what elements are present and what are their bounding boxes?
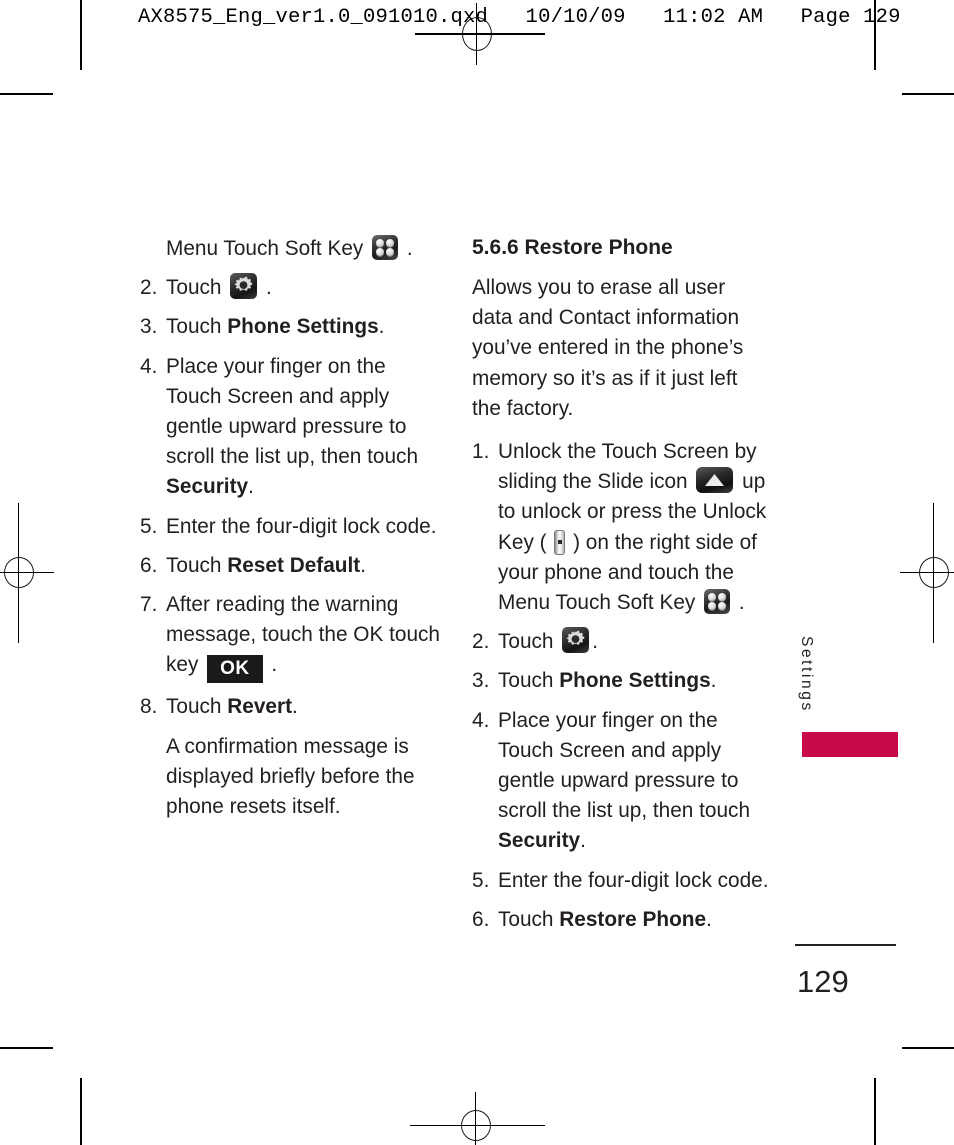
step-text: Place your finger on the Touch Screen an…: [166, 352, 440, 503]
step-text-before: Touch: [498, 669, 560, 693]
step-text-before: Touch: [166, 695, 228, 719]
step-item: 3. Touch Phone Settings.: [140, 312, 440, 342]
step-text-after: .: [248, 475, 254, 499]
menu-label-phone-settings: Phone Settings: [227, 315, 379, 339]
step-text: Touch Reset Default.: [166, 551, 440, 581]
crop-mark-top-left-horizontal: [0, 93, 53, 95]
step-item: 4. Place your finger on the Touch Screen…: [472, 706, 770, 857]
left-text-column: Menu Touch Soft Key . 2. Touch . 3. Touc…: [140, 234, 440, 831]
step-text-before: Touch: [498, 630, 560, 654]
unlock-side-key-icon: [554, 529, 566, 555]
step-number: 6.: [140, 553, 158, 577]
crop-mark-top-right-horizontal: [902, 93, 954, 95]
step-number: 4.: [140, 354, 158, 378]
crop-mark-top-left-vertical: [80, 0, 82, 70]
folio-rule: [795, 944, 896, 946]
step-number: 8.: [140, 695, 158, 719]
menu-label-restore-phone: Restore Phone: [559, 907, 707, 931]
step-number: 3.: [472, 669, 490, 693]
manual-page: AX8575_Eng_ver1.0_091010.qxd 10/10/09 11…: [0, 0, 954, 1145]
step-text-before: Touch: [498, 907, 560, 931]
registration-mark-bottom-center: [410, 1072, 545, 1145]
step-text-before: Place your finger on the Touch Screen an…: [498, 708, 751, 823]
page-number: 129: [797, 964, 849, 999]
paragraph-note: A confirmation message is displayed brie…: [166, 734, 415, 819]
step-text-before: Touch: [166, 553, 228, 577]
step-number: 4.: [472, 708, 490, 732]
step-text-after: .: [260, 276, 272, 300]
step-item: 5. Enter the four-digit lock code.: [140, 512, 440, 542]
step-text: Place your finger on the Touch Screen an…: [498, 706, 770, 857]
step-text-after: .: [592, 630, 599, 654]
imposition-slug-text: AX8575_Eng_ver1.0_091010.qxd 10/10/09 11…: [138, 6, 901, 29]
step-text: Touch .: [498, 627, 770, 657]
gear-settings-icon: [562, 627, 590, 654]
step-number: 7.: [140, 593, 158, 617]
step-text: After reading the warning message, touch…: [166, 590, 440, 684]
step-text-segment: .: [733, 591, 745, 615]
continuation-text-before: Menu Touch Soft Key: [166, 237, 370, 260]
section-intro-paragraph: Allows you to erase all user data and Co…: [472, 276, 744, 420]
menu-label-revert: Revert: [227, 695, 293, 719]
step-number: 6.: [472, 907, 490, 931]
gear-settings-icon: [230, 273, 258, 300]
step-item: 3. Touch Phone Settings.: [472, 666, 770, 696]
step-item: 2. Touch .: [140, 273, 440, 303]
step-text-after: .: [706, 907, 712, 931]
step-text: Enter the four-digit lock code.: [498, 868, 769, 892]
step-text: Touch Restore Phone.: [498, 905, 770, 935]
step-number: 5.: [140, 514, 158, 538]
crop-mark-bottom-left-horizontal: [0, 1047, 53, 1049]
menu-label-reset-default: Reset Default: [227, 553, 361, 577]
ok-touch-key-badge: OK: [207, 655, 263, 684]
step-text-before: Touch: [166, 315, 228, 339]
right-text-column: 5.6.6 Restore Phone Allows you to erase …: [472, 234, 770, 944]
step-number: 2.: [472, 630, 490, 654]
crop-mark-bottom-right-vertical: [874, 1078, 876, 1145]
step-item: 1. Unlock the Touch Screen by sliding th…: [472, 437, 770, 618]
slug-underline: [415, 33, 545, 35]
step-number: 1.: [472, 440, 490, 464]
section-heading: 5.6.6 Restore Phone: [472, 236, 673, 259]
step-text-before: Place your finger on the Touch Screen an…: [166, 354, 419, 469]
step-text-after: .: [265, 653, 278, 677]
menu-label-phone-settings: Phone Settings: [559, 669, 711, 693]
step-text-after: .: [580, 829, 586, 853]
step-text: Enter the four-digit lock code.: [166, 514, 437, 538]
step-text: Touch Phone Settings.: [166, 312, 440, 342]
step-text-after: .: [378, 315, 385, 339]
step-text-after: .: [710, 669, 717, 693]
step-text-after: .: [360, 553, 366, 577]
step-item: 7. After reading the warning message, to…: [140, 590, 440, 684]
step-text: Touch Phone Settings.: [498, 666, 770, 696]
menu-soft-key-icon: [372, 235, 399, 260]
continuation-text-after: .: [401, 237, 413, 260]
step-item: 8. Touch Revert.: [140, 692, 440, 722]
step-text-before: Touch: [166, 276, 228, 300]
step-number: 2.: [140, 276, 158, 300]
step-text: Touch Revert.: [166, 692, 440, 722]
step-item: 6. Touch Reset Default.: [140, 551, 440, 581]
paragraph-continuation: Menu Touch Soft Key .: [140, 234, 440, 264]
chapter-tab-color-block: [802, 732, 898, 757]
step-text: Unlock the Touch Screen by sliding the S…: [498, 437, 770, 618]
step-text: Touch .: [166, 273, 440, 303]
menu-soft-key-icon: [704, 589, 731, 615]
step-number: 5.: [472, 868, 490, 892]
step-item: 4. Place your finger on the Touch Screen…: [140, 352, 440, 503]
step-item: 5. Enter the four-digit lock code.: [472, 866, 770, 896]
menu-label-security: Security: [498, 829, 581, 853]
menu-label-security: Security: [166, 475, 249, 499]
chapter-tab-label: Settings: [798, 636, 815, 713]
slide-up-icon: [696, 467, 734, 494]
crop-mark-bottom-left-vertical: [80, 1078, 82, 1145]
registration-mark-right: [900, 503, 954, 643]
step-number: 3.: [140, 315, 158, 339]
step-text-after: .: [292, 695, 298, 719]
registration-mark-left: [0, 503, 54, 643]
crop-mark-bottom-right-horizontal: [902, 1047, 954, 1049]
step-item: 6. Touch Restore Phone.: [472, 905, 770, 935]
step-item: 2. Touch .: [472, 627, 770, 657]
